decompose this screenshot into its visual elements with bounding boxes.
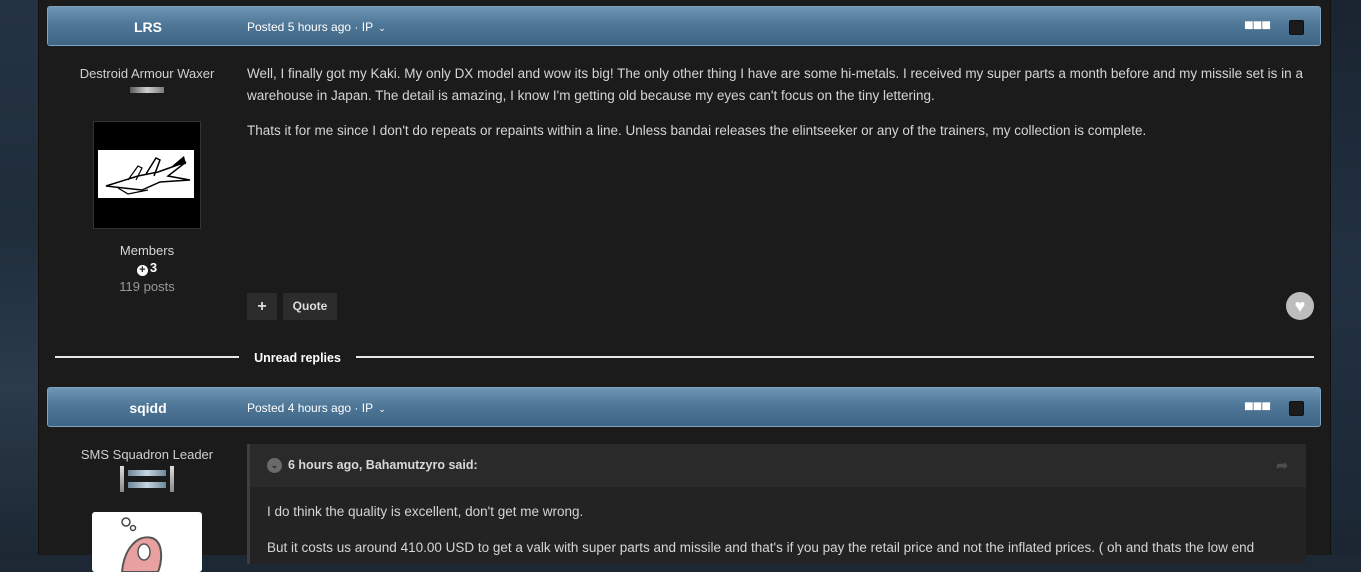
page-background-right <box>1329 0 1361 555</box>
ip-link[interactable]: IP <box>362 401 373 415</box>
ellipsis-icon[interactable]: ■■■ <box>1244 388 1271 428</box>
reputation-count: 3 <box>149 260 158 275</box>
quote-header[interactable]: ⌄ 6 hours ago, Bahamutzyro said: ➦ <box>250 444 1306 487</box>
rank-title: Destroid Armour Waxer <box>79 66 215 81</box>
post-date[interactable]: Posted 4 hours ago <box>247 401 351 415</box>
page-background-left <box>0 0 38 555</box>
post-content: Well, I finally got my Kaki. My only DX … <box>247 63 1309 155</box>
quote-citation: 6 hours ago, Bahamutzyro said: <box>288 458 478 472</box>
reputation-badge[interactable]: +3 <box>47 260 247 276</box>
post-date[interactable]: Posted 5 hours ago <box>247 20 351 34</box>
post-author-link[interactable]: sqidd <box>48 388 248 428</box>
plus-icon: + <box>257 298 267 315</box>
post-paragraph: Well, I finally got my Kaki. My only DX … <box>247 66 1303 103</box>
avatar[interactable] <box>92 512 202 572</box>
quote-paragraph: But it costs us around 410.00 USD to get… <box>267 540 1255 555</box>
plus-circle-icon: + <box>136 265 148 276</box>
quote-paragraph: I do think the quality is excellent, don… <box>267 504 584 519</box>
quote-block: ⌄ 6 hours ago, Bahamutzyro said: ➦ I do t… <box>247 444 1306 564</box>
post-author-link[interactable]: LRS <box>48 7 248 47</box>
rank-title: SMS Squadron Leader <box>80 447 214 462</box>
separator-label: Unread replies <box>254 351 341 365</box>
post-header: sqidd Posted 4 hours ago · IP ⌄ ■■■ <box>47 387 1321 427</box>
post-meta: Posted 5 hours ago · IP ⌄ <box>247 20 386 34</box>
rank-badge <box>120 466 174 492</box>
post-select-checkbox[interactable] <box>1289 401 1304 416</box>
post-count: 119 posts <box>119 279 175 294</box>
post-meta: Posted 4 hours ago · IP ⌄ <box>247 401 386 415</box>
avatar-image <box>98 150 194 198</box>
post-select-checkbox[interactable] <box>1289 20 1304 35</box>
avatar[interactable] <box>93 121 201 229</box>
quote-body: I do think the quality is excellent, don… <box>250 487 1306 559</box>
member-group: Members <box>119 243 175 258</box>
post-paragraph: Thats it for me since I don't do repeats… <box>247 123 1147 138</box>
rank-badge <box>130 87 164 93</box>
author-info: SMS Squadron Leader <box>47 447 247 492</box>
ellipsis-icon[interactable]: ■■■ <box>1244 7 1271 47</box>
separator-line <box>55 356 239 358</box>
author-info: Destroid Armour Waxer Members +3 119 pos… <box>47 66 247 294</box>
unread-replies-separator: Unread replies <box>55 348 1314 368</box>
multiquote-button[interactable]: + <box>247 293 277 320</box>
ip-link[interactable]: IP <box>362 20 373 34</box>
separator-line <box>356 356 1314 358</box>
chevron-down-icon[interactable]: ⌄ <box>378 404 386 414</box>
chevron-down-icon[interactable]: ⌄ <box>378 23 386 33</box>
heart-icon[interactable]: ♥ <box>1286 292 1314 320</box>
quote-button[interactable]: Quote <box>283 293 337 320</box>
post-header: LRS Posted 5 hours ago · IP ⌄ ■■■ <box>47 6 1321 46</box>
share-icon[interactable]: ➦ <box>1276 444 1288 487</box>
chevron-down-icon[interactable]: ⌄ <box>267 458 282 473</box>
